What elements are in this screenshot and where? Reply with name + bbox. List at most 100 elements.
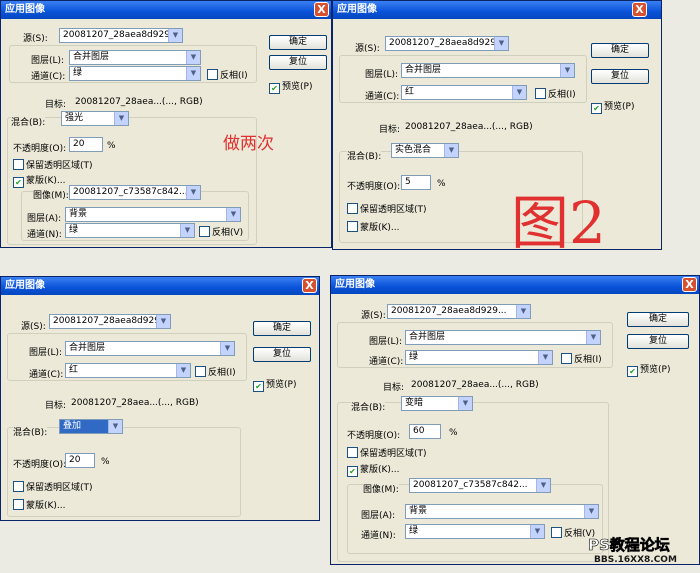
source-select[interactable]: 20081207_28aea8d929... ▼: [385, 36, 509, 51]
close-icon[interactable]: X: [682, 277, 697, 292]
chevron-down-icon: ▼: [186, 186, 200, 199]
ok-button[interactable]: 确定: [253, 321, 311, 336]
layer-select[interactable]: 合并图层 ▼: [69, 50, 201, 65]
blend-select[interactable]: 变暗 ▼: [401, 396, 473, 411]
channel-label: 通道(C):: [31, 72, 66, 82]
checkbox-box: [535, 88, 546, 99]
channel-select[interactable]: 红 ▼: [401, 85, 527, 100]
invert-checkbox[interactable]: 反相(I): [207, 68, 248, 81]
mask-image-select[interactable]: 20081207_c73587c842... ▼: [409, 478, 551, 493]
mask-checkbox[interactable]: 蒙版(K)...: [347, 220, 400, 233]
checkmark-icon: ✔: [253, 381, 264, 392]
mask-channel-select[interactable]: 绿 ▼: [405, 524, 545, 539]
layer-label: 图层(L):: [29, 348, 63, 358]
mask-layer-select[interactable]: 背景 ▼: [405, 504, 599, 519]
mask-checkbox[interactable]: ✔ 蒙版(K)...: [347, 462, 400, 477]
preserve-transparency-checkbox[interactable]: 保留透明区域(T): [347, 202, 427, 215]
opacity-input[interactable]: 60: [409, 424, 441, 439]
checkmark-icon: ✔: [591, 103, 602, 114]
target-value: 20081207_28aea...(..., RGB): [411, 380, 539, 390]
opacity-label: 不透明度(O):: [347, 182, 401, 192]
layer-select[interactable]: 合并图层 ▼: [65, 341, 235, 356]
mask-checkbox[interactable]: ✔ 蒙版(K)...: [13, 173, 66, 188]
chevron-down-icon: ▼: [586, 331, 600, 344]
chevron-down-icon: ▼: [494, 37, 508, 50]
opacity-label: 不透明度(O):: [13, 460, 67, 470]
chevron-down-icon: ▼: [458, 397, 472, 410]
reset-button[interactable]: 复位: [591, 69, 649, 84]
source-label: 源(S):: [361, 311, 386, 321]
source-select[interactable]: 20081207_28aea8d929... ▼: [387, 304, 531, 319]
mask-layer-label: 图层(A):: [27, 214, 62, 224]
source-label: 源(S):: [355, 44, 380, 54]
chevron-down-icon: ▼: [560, 64, 574, 77]
target-label: 目标:: [45, 401, 67, 411]
mask-channel-label: 通道(N):: [361, 531, 396, 541]
apply-image-dialog-3: 应用图像 X 源(S): 20081207_28aea8d929... ▼ 图层(…: [0, 276, 320, 521]
reset-button[interactable]: 复位: [627, 334, 689, 349]
annotation-fig2: 图2: [511, 189, 606, 250]
opacity-label: 不透明度(O):: [13, 144, 67, 154]
invert-checkbox[interactable]: 反相(I): [561, 352, 602, 365]
close-icon[interactable]: X: [314, 2, 329, 17]
invert-checkbox[interactable]: 反相(I): [195, 365, 236, 378]
opacity-input[interactable]: 20: [69, 137, 103, 152]
opacity-input[interactable]: 5: [401, 175, 431, 190]
channel-select[interactable]: 绿 ▼: [69, 66, 201, 81]
preview-checkbox[interactable]: ✔ 预览(P): [627, 362, 670, 377]
layer-select[interactable]: 合并图层 ▼: [405, 330, 601, 345]
checkmark-icon: ✔: [269, 83, 280, 94]
blend-select[interactable]: 叠加 ▼: [59, 419, 123, 434]
mask-image-select[interactable]: 20081207_c73587c842... ▼: [69, 185, 201, 200]
target-value: 20081207_28aea...(..., RGB): [71, 398, 199, 408]
checkmark-icon: ✔: [347, 466, 358, 477]
blend-select[interactable]: 实色混合 ▼: [391, 143, 459, 158]
watermark-title: PS教程论坛: [588, 536, 670, 555]
source-select[interactable]: 20081207_28aea8d929... ▼: [59, 28, 183, 43]
preserve-transparency-checkbox[interactable]: 保留透明区域(T): [347, 446, 427, 459]
channel-select[interactable]: 红 ▼: [65, 363, 191, 378]
channel-select[interactable]: 绿 ▼: [405, 350, 553, 365]
preserve-transparency-checkbox[interactable]: 保留透明区域(T): [13, 158, 93, 171]
percent-label: %: [449, 428, 458, 438]
ok-button[interactable]: 确定: [591, 43, 649, 58]
close-icon[interactable]: X: [632, 2, 647, 17]
dialog-title-bar: 应用图像 X: [333, 1, 661, 19]
source-label: 源(S):: [23, 34, 48, 44]
image-label: 图像(M):: [33, 188, 69, 201]
dialog-title: 应用图像: [337, 4, 377, 15]
chevron-down-icon: ▼: [220, 342, 234, 355]
chevron-down-icon: ▼: [584, 505, 598, 518]
source-select[interactable]: 20081207_28aea8d929... ▼: [49, 314, 171, 329]
mask-invert-checkbox[interactable]: 反相(V): [199, 225, 243, 238]
apply-image-dialog-1: 应用图像 X 源(S): 20081207_28aea8d929... ▼ 图层(…: [0, 0, 332, 248]
apply-image-dialog-2: 应用图像 X 源(S): 20081207_28aea8d929... ▼ 图层(…: [332, 0, 662, 250]
dialog-title-bar: 应用图像 X: [331, 276, 699, 294]
layer-select[interactable]: 合并图层 ▼: [401, 63, 575, 78]
chevron-down-icon: ▼: [516, 305, 530, 318]
close-icon[interactable]: X: [302, 278, 317, 293]
target-label: 目标:: [379, 125, 401, 135]
checkbox-box: [551, 527, 562, 538]
reset-button[interactable]: 复位: [269, 55, 327, 70]
chevron-down-icon: ▼: [512, 86, 526, 99]
blend-select[interactable]: 强光 ▼: [61, 111, 129, 126]
preview-checkbox[interactable]: ✔ 预览(P): [269, 79, 312, 94]
ok-button[interactable]: 确定: [627, 312, 689, 327]
mask-layer-select[interactable]: 背景 ▼: [65, 207, 241, 222]
chevron-down-icon: ▼: [538, 351, 552, 364]
invert-checkbox[interactable]: 反相(I): [535, 87, 576, 100]
checkbox-box: [347, 203, 358, 214]
opacity-label: 不透明度(O):: [347, 431, 401, 441]
mask-checkbox[interactable]: 蒙版(K)...: [13, 498, 66, 511]
preview-checkbox[interactable]: ✔ 预览(P): [591, 99, 634, 114]
layer-label: 图层(L):: [369, 337, 403, 347]
chevron-down-icon: ▼: [444, 144, 458, 157]
preserve-transparency-checkbox[interactable]: 保留透明区域(T): [13, 480, 93, 493]
ok-button[interactable]: 确定: [269, 35, 327, 50]
opacity-input[interactable]: 20: [65, 453, 95, 468]
dialog-title-bar: 应用图像 X: [1, 277, 319, 295]
reset-button[interactable]: 复位: [253, 347, 311, 362]
mask-channel-select[interactable]: 绿 ▼: [65, 223, 195, 238]
preview-checkbox[interactable]: ✔ 预览(P): [253, 377, 296, 392]
